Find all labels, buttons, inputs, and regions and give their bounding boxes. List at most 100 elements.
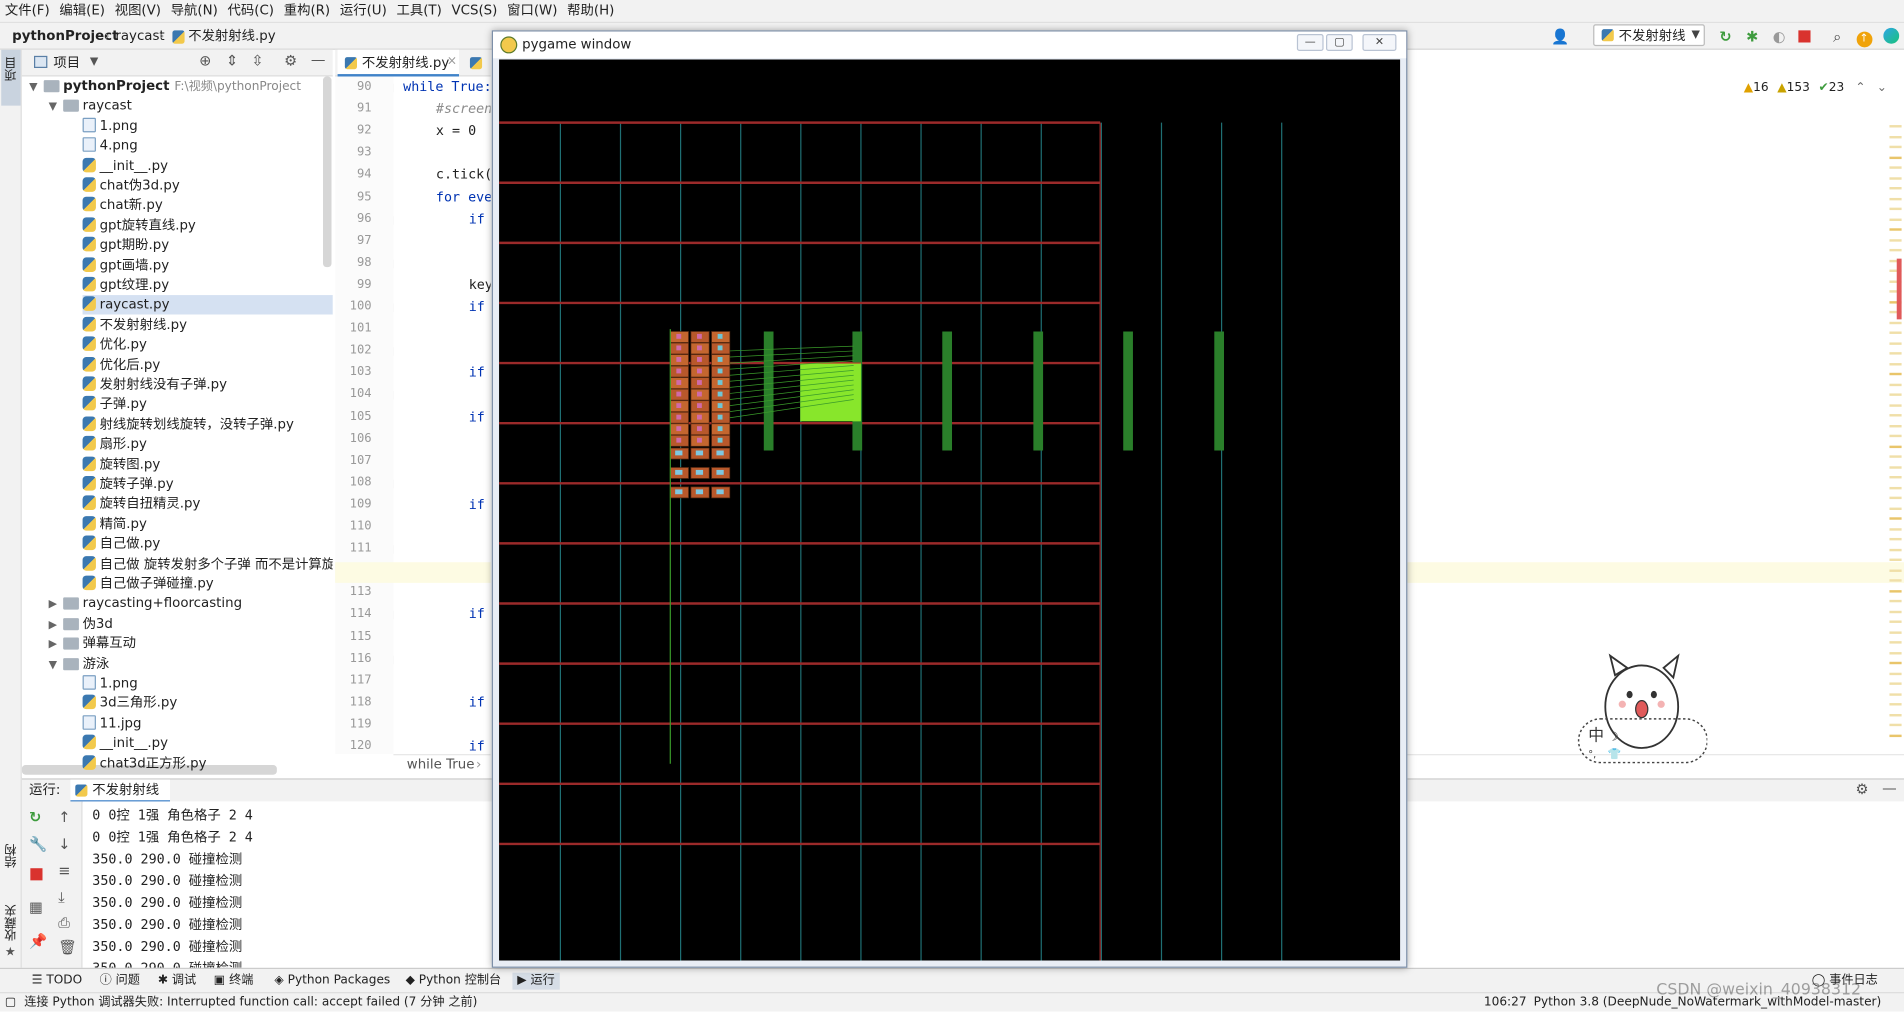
stripe-marker[interactable] xyxy=(1889,651,1902,654)
breadcrumb-folder[interactable]: raycast xyxy=(115,27,164,46)
stripe-marker[interactable] xyxy=(1889,558,1902,562)
tree-file[interactable]: 精简.py xyxy=(82,515,147,534)
tree-file[interactable]: 1.png xyxy=(82,116,138,135)
stripe-marker[interactable] xyxy=(1889,352,1902,355)
stripe-marker[interactable] xyxy=(1889,156,1902,159)
code-editor[interactable]: while True: #screen x = 0 c.tick(for eve if k… xyxy=(393,76,491,755)
expand-all-icon[interactable]: ⇕ xyxy=(226,52,238,69)
stripe-marker[interactable] xyxy=(1889,331,1902,334)
stripe-marker[interactable] xyxy=(1889,723,1902,727)
stripe-marker[interactable] xyxy=(1889,403,1902,407)
project-panel-title[interactable]: 项目 xyxy=(53,53,80,71)
run-config-select[interactable]: 不发射射线 ▼ xyxy=(1593,24,1705,47)
stop-icon[interactable] xyxy=(1794,26,1816,48)
stripe-marker[interactable] xyxy=(1889,692,1902,696)
stripe-marker[interactable] xyxy=(1889,630,1902,634)
stripe-marker[interactable] xyxy=(1889,465,1902,469)
stripe-marker[interactable] xyxy=(1889,197,1902,200)
star-icon[interactable]: ★ xyxy=(5,946,16,959)
stripe-marker[interactable] xyxy=(1889,135,1902,138)
menu-view[interactable]: 视图(V) xyxy=(110,0,166,22)
stripe-marker[interactable] xyxy=(1889,527,1902,531)
stripe-marker[interactable] xyxy=(1889,341,1902,345)
collapse-all-icon[interactable]: ⇳ xyxy=(251,52,263,69)
tab-python-packages[interactable]: ◈ Python Packages xyxy=(270,973,396,990)
breadcrumb-project[interactable]: pythonProject xyxy=(12,27,118,46)
stripe-marker[interactable] xyxy=(1889,734,1902,737)
stripe-marker[interactable] xyxy=(1889,589,1902,592)
stripe-marker[interactable] xyxy=(1889,321,1902,324)
stripe-marker[interactable] xyxy=(1889,620,1902,623)
stripe-marker[interactable] xyxy=(1889,434,1902,438)
stripe-marker[interactable] xyxy=(1889,486,1902,489)
stripe-marker[interactable] xyxy=(1889,672,1902,675)
tree-file[interactable]: chat3d正方形.py xyxy=(82,754,206,773)
menu-refactor[interactable]: 重构(R) xyxy=(279,0,335,22)
stripe-marker[interactable] xyxy=(1889,362,1902,365)
tree-file[interactable]: 优化.py xyxy=(82,335,147,354)
tree-file[interactable]: 自己做.py xyxy=(82,535,160,554)
search-icon[interactable]: ⌕ xyxy=(1826,26,1848,48)
stripe-marker[interactable] xyxy=(1889,207,1902,211)
tree-file[interactable]: 旋转自扭精灵.py xyxy=(82,495,200,514)
tree-file[interactable]: __init__.py xyxy=(82,734,168,753)
stripe-marker[interactable] xyxy=(1889,506,1902,510)
pygame-title-bar[interactable]: pygame window — ▢ ✕ xyxy=(493,31,1407,59)
pygame-window[interactable]: pygame window — ▢ ✕ xyxy=(491,30,1408,968)
scroll-to-end-icon[interactable]: ⤓ xyxy=(58,889,64,907)
expand-arrow-icon[interactable]: ▼ xyxy=(29,78,44,97)
code-breadcrumb-item[interactable]: while True xyxy=(407,757,475,774)
tab-terminal[interactable]: ▣ 终端 xyxy=(209,973,258,990)
stripe-marker[interactable] xyxy=(1889,424,1902,427)
stripe-marker[interactable] xyxy=(1889,713,1902,716)
tree-folder[interactable]: ▶ 伪3d xyxy=(49,614,113,633)
expand-arrow-icon[interactable]: ▶ xyxy=(49,615,64,634)
menu-run[interactable]: 运行(U) xyxy=(335,0,392,22)
tree-file[interactable]: 自己做子弹碰撞.py xyxy=(82,574,214,593)
stripe-marker[interactable] xyxy=(1889,393,1902,396)
tree-file[interactable]: 旋转子弹.py xyxy=(82,475,174,494)
tree-file[interactable]: chat新.py xyxy=(82,196,163,215)
expand-arrow-icon[interactable]: ▼ xyxy=(49,98,64,117)
run-tab[interactable]: 不发射射线 xyxy=(70,779,171,803)
ime-language[interactable]: 中 xyxy=(1588,726,1604,745)
stripe-marker[interactable] xyxy=(1889,248,1902,252)
menu-tools[interactable]: 工具(T) xyxy=(392,0,447,22)
tree-file[interactable]: 优化后.py xyxy=(82,355,160,374)
error-stripe[interactable] xyxy=(1889,125,1902,744)
user-icon[interactable]: 👤 xyxy=(1549,26,1571,48)
tree-file[interactable]: gpt画墙.py xyxy=(82,256,169,275)
tree-file[interactable]: gpt期盼.py xyxy=(82,236,169,255)
tree-file[interactable]: 扇形.py xyxy=(82,435,147,454)
tree-folder[interactable]: ▼ 游泳 xyxy=(49,654,110,673)
tree-scrollbar[interactable] xyxy=(323,76,332,268)
menu-window[interactable]: 窗口(W) xyxy=(502,0,562,22)
stop-icon[interactable] xyxy=(30,868,43,881)
tree-folder[interactable]: ▶ 弹幕互动 xyxy=(49,634,136,653)
stripe-marker[interactable] xyxy=(1889,568,1902,572)
layout-icon[interactable]: ▦ xyxy=(29,899,43,916)
tab-python-console[interactable]: ◆ Python 控制台 xyxy=(401,973,506,990)
coverage-icon[interactable]: ◐ xyxy=(1768,26,1790,48)
error-marker[interactable] xyxy=(1896,258,1902,320)
structure-tool-label[interactable]: 结构 xyxy=(4,844,22,868)
breadcrumb-file[interactable]: 不发射射线.py xyxy=(188,27,275,46)
stripe-marker[interactable] xyxy=(1889,537,1902,541)
tab-todo[interactable]: ☰ TODO xyxy=(27,973,87,990)
tab-debug[interactable]: ✱ 调试 xyxy=(153,973,201,990)
pygame-canvas[interactable] xyxy=(499,59,1401,961)
stripe-marker[interactable] xyxy=(1889,579,1902,582)
tree-folder[interactable]: ▼ raycast xyxy=(49,96,132,115)
stripe-marker[interactable] xyxy=(1889,238,1902,242)
stripe-marker[interactable] xyxy=(1889,176,1902,180)
hide-panel-icon[interactable]: — xyxy=(1882,780,1897,797)
status-message[interactable]: 连接 Python 调试器失败: Interrupted function ca… xyxy=(24,993,477,1011)
caret-position[interactable]: 106:27 xyxy=(1484,993,1527,1011)
tree-folder[interactable]: ▶ raycasting+floorcasting xyxy=(49,594,243,613)
inspection-widget[interactable]: ▲16 ▲153 ✔23 ⌃ ⌄ xyxy=(1744,80,1887,97)
expand-arrow-icon[interactable]: ▶ xyxy=(49,595,64,614)
tree-file[interactable]: 1.png xyxy=(82,674,138,693)
tree-file[interactable]: chat伪3d.py xyxy=(82,176,180,195)
tree-file[interactable]: gpt纹理.py xyxy=(82,276,169,295)
stripe-marker[interactable] xyxy=(1889,476,1902,479)
